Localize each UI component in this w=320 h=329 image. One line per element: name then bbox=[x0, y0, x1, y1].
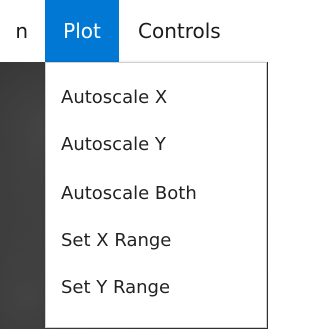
menu-item-plot-label: Plot bbox=[63, 19, 101, 43]
menu-option-set-x-range[interactable]: Set X Range bbox=[46, 218, 266, 263]
menu-option-autoscale-both[interactable]: Autoscale Both bbox=[46, 171, 266, 216]
plot-dropdown-menu: Autoscale X Autoscale Y Autoscale Both S… bbox=[45, 62, 267, 328]
menu-option-autoscale-x-label: Autoscale X bbox=[61, 87, 168, 108]
menu-item-controls-label: Controls bbox=[138, 19, 221, 43]
menu-option-set-x-range-label: Set X Range bbox=[61, 230, 172, 251]
menu-bar: n Plot Controls bbox=[0, 0, 268, 62]
menu-item-partial-label: n bbox=[15, 19, 28, 43]
menu-item-plot[interactable]: Plot bbox=[45, 0, 119, 62]
menu-item-partial[interactable]: n bbox=[0, 0, 40, 62]
menu-option-set-y-range-label: Set Y Range bbox=[61, 277, 171, 298]
menu-option-set-y-range[interactable]: Set Y Range bbox=[46, 265, 266, 310]
menu-option-autoscale-x[interactable]: Autoscale X bbox=[46, 75, 266, 120]
menu-option-autoscale-y-label: Autoscale Y bbox=[61, 134, 166, 155]
menu-option-autoscale-y[interactable]: Autoscale Y bbox=[46, 122, 266, 167]
menu-item-controls[interactable]: Controls bbox=[138, 0, 264, 62]
app-window: n Plot Controls Autoscale X Autoscale Y … bbox=[0, 0, 268, 329]
menu-option-autoscale-both-label: Autoscale Both bbox=[61, 183, 197, 204]
